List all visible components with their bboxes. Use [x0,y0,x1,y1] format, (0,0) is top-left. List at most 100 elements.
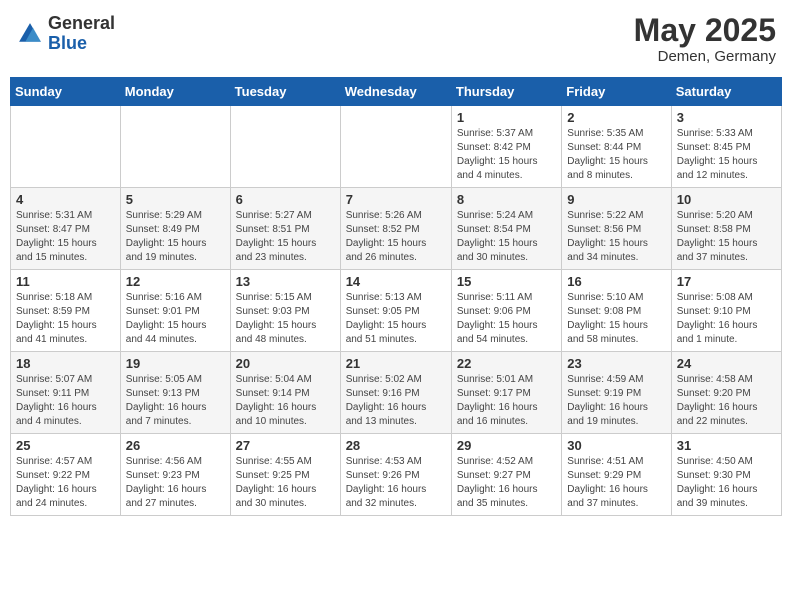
calendar-week-4: 18 Sunrise: 5:07 AM Sunset: 9:11 PM Dayli… [11,352,782,434]
day-detail: Sunrise: 5:22 AM Sunset: 8:56 PM Dayligh… [567,209,665,265]
calendar-table: SundayMondayTuesdayWednesdayThursdayFrid… [10,77,782,516]
day-number: 4 [16,192,115,207]
day-detail: Sunrise: 5:15 AM Sunset: 9:03 PM Dayligh… [236,291,335,347]
calendar-cell: 10Sunrise: 5:20 AM Sunset: 8:58 PM Dayli… [671,188,781,270]
day-detail: Sunrise: 5:24 AM Sunset: 8:54 PM Dayligh… [457,209,556,265]
day-detail: Sunrise: 5:37 AM Sunset: 8:42 PM Dayligh… [457,127,556,183]
day-number: 10 [677,192,776,207]
calendar-cell: 6Sunrise: 5:27 AM Sunset: 8:51 PM Daylig… [230,188,340,270]
day-number: 16 [567,274,665,289]
day-detail: Sunrise: 4:53 AM Sunset: 9:26 PM Dayligh… [346,455,446,511]
day-number: 8 [457,192,556,207]
day-number: 21 [346,356,446,371]
calendar-cell: 25Sunrise: 4:57 AM Sunset: 9:22 PM Dayli… [11,434,121,516]
day-detail: Sunrise: 5:10 AM Sunset: 9:08 PM Dayligh… [567,291,665,347]
day-number: 9 [567,192,665,207]
calendar-cell: 14 Sunrise: 5:13 AM Sunset: 9:05 PM Dayli… [340,270,451,352]
day-number: 29 [457,438,556,453]
day-number: 18 [16,356,115,371]
calendar-cell: 9 Sunrise: 5:22 AM Sunset: 8:56 PM Daylig… [562,188,671,270]
day-detail: Sunrise: 5:35 AM Sunset: 8:44 PM Dayligh… [567,127,665,183]
weekday-header-row: SundayMondayTuesdayWednesdayThursdayFrid… [11,78,782,106]
day-number: 14 [346,274,446,289]
calendar-cell: 28 Sunrise: 4:53 AM Sunset: 9:26 PM Dayli… [340,434,451,516]
calendar-cell: 16 Sunrise: 5:10 AM Sunset: 9:08 PM Dayli… [562,270,671,352]
weekday-header-wednesday: Wednesday [340,78,451,106]
day-detail: Sunrise: 4:58 AM Sunset: 9:20 PM Dayligh… [677,373,776,429]
day-number: 31 [677,438,776,453]
calendar-cell: 13Sunrise: 5:15 AM Sunset: 9:03 PM Dayli… [230,270,340,352]
calendar-week-5: 25Sunrise: 4:57 AM Sunset: 9:22 PM Dayli… [11,434,782,516]
location-subtitle: Demen, Germany [634,48,776,65]
calendar-cell [120,106,230,188]
calendar-week-3: 11 Sunrise: 5:18 AM Sunset: 8:59 PM Dayli… [11,270,782,352]
day-number: 26 [126,438,225,453]
calendar-cell: 2 Sunrise: 5:35 AM Sunset: 8:44 PM Daylig… [562,106,671,188]
weekday-header-monday: Monday [120,78,230,106]
title-block: May 2025 Demen, Germany [634,14,776,65]
weekday-header-saturday: Saturday [671,78,781,106]
calendar-cell: 19 Sunrise: 5:05 AM Sunset: 9:13 PM Dayli… [120,352,230,434]
calendar-cell: 24 Sunrise: 4:58 AM Sunset: 9:20 PM Dayli… [671,352,781,434]
logo-icon [16,20,44,48]
day-detail: Sunrise: 5:07 AM Sunset: 9:11 PM Dayligh… [16,373,115,429]
day-number: 2 [567,110,665,125]
day-number: 17 [677,274,776,289]
calendar-cell: 21 Sunrise: 5:02 AM Sunset: 9:16 PM Dayli… [340,352,451,434]
page-header: General Blue May 2025 Demen, Germany [10,10,782,69]
day-number: 24 [677,356,776,371]
calendar-cell: 4 Sunrise: 5:31 AM Sunset: 8:47 PM Daylig… [11,188,121,270]
day-detail: Sunrise: 5:31 AM Sunset: 8:47 PM Dayligh… [16,209,115,265]
day-number: 11 [16,274,115,289]
logo-blue-text: Blue [48,33,87,53]
day-number: 6 [236,192,335,207]
day-detail: Sunrise: 5:05 AM Sunset: 9:13 PM Dayligh… [126,373,225,429]
calendar-cell: 8 Sunrise: 5:24 AM Sunset: 8:54 PM Daylig… [451,188,561,270]
calendar-cell: 5 Sunrise: 5:29 AM Sunset: 8:49 PM Daylig… [120,188,230,270]
day-detail: Sunrise: 4:50 AM Sunset: 9:30 PM Dayligh… [677,455,776,511]
day-detail: Sunrise: 4:55 AM Sunset: 9:25 PM Dayligh… [236,455,335,511]
calendar-cell: 11 Sunrise: 5:18 AM Sunset: 8:59 PM Dayli… [11,270,121,352]
day-detail: Sunrise: 5:04 AM Sunset: 9:14 PM Dayligh… [236,373,335,429]
calendar-cell: 26 Sunrise: 4:56 AM Sunset: 9:23 PM Dayli… [120,434,230,516]
day-number: 3 [677,110,776,125]
day-number: 22 [457,356,556,371]
calendar-cell: 20 Sunrise: 5:04 AM Sunset: 9:14 PM Dayli… [230,352,340,434]
day-number: 23 [567,356,665,371]
calendar-cell: 31 Sunrise: 4:50 AM Sunset: 9:30 PM Dayli… [671,434,781,516]
day-number: 15 [457,274,556,289]
day-detail: Sunrise: 5:02 AM Sunset: 9:16 PM Dayligh… [346,373,446,429]
day-number: 12 [126,274,225,289]
day-detail: Sunrise: 5:01 AM Sunset: 9:17 PM Dayligh… [457,373,556,429]
day-detail: Sunrise: 4:52 AM Sunset: 9:27 PM Dayligh… [457,455,556,511]
calendar-cell: 15 Sunrise: 5:11 AM Sunset: 9:06 PM Dayli… [451,270,561,352]
day-detail: Sunrise: 5:18 AM Sunset: 8:59 PM Dayligh… [16,291,115,347]
day-detail: Sunrise: 5:11 AM Sunset: 9:06 PM Dayligh… [457,291,556,347]
calendar-cell [230,106,340,188]
day-number: 5 [126,192,225,207]
calendar-cell: 29 Sunrise: 4:52 AM Sunset: 9:27 PM Dayli… [451,434,561,516]
day-number: 19 [126,356,225,371]
calendar-cell: 22 Sunrise: 5:01 AM Sunset: 9:17 PM Dayli… [451,352,561,434]
day-detail: Sunrise: 5:29 AM Sunset: 8:49 PM Dayligh… [126,209,225,265]
day-detail: Sunrise: 5:13 AM Sunset: 9:05 PM Dayligh… [346,291,446,347]
day-detail: Sunrise: 5:16 AM Sunset: 9:01 PM Dayligh… [126,291,225,347]
calendar-cell: 12 Sunrise: 5:16 AM Sunset: 9:01 PM Dayli… [120,270,230,352]
day-number: 28 [346,438,446,453]
day-number: 30 [567,438,665,453]
day-number: 27 [236,438,335,453]
calendar-cell [340,106,451,188]
day-detail: Sunrise: 5:33 AM Sunset: 8:45 PM Dayligh… [677,127,776,183]
weekday-header-thursday: Thursday [451,78,561,106]
day-detail: Sunrise: 4:56 AM Sunset: 9:23 PM Dayligh… [126,455,225,511]
day-detail: Sunrise: 5:08 AM Sunset: 9:10 PM Dayligh… [677,291,776,347]
calendar-cell: 3 Sunrise: 5:33 AM Sunset: 8:45 PM Daylig… [671,106,781,188]
calendar-cell: 1Sunrise: 5:37 AM Sunset: 8:42 PM Daylig… [451,106,561,188]
day-detail: Sunrise: 4:57 AM Sunset: 9:22 PM Dayligh… [16,455,115,511]
calendar-cell: 30Sunrise: 4:51 AM Sunset: 9:29 PM Dayli… [562,434,671,516]
calendar-cell: 17 Sunrise: 5:08 AM Sunset: 9:10 PM Dayli… [671,270,781,352]
calendar-week-2: 4 Sunrise: 5:31 AM Sunset: 8:47 PM Daylig… [11,188,782,270]
calendar-cell: 27 Sunrise: 4:55 AM Sunset: 9:25 PM Dayli… [230,434,340,516]
calendar-cell: 23Sunrise: 4:59 AM Sunset: 9:19 PM Dayli… [562,352,671,434]
day-number: 20 [236,356,335,371]
